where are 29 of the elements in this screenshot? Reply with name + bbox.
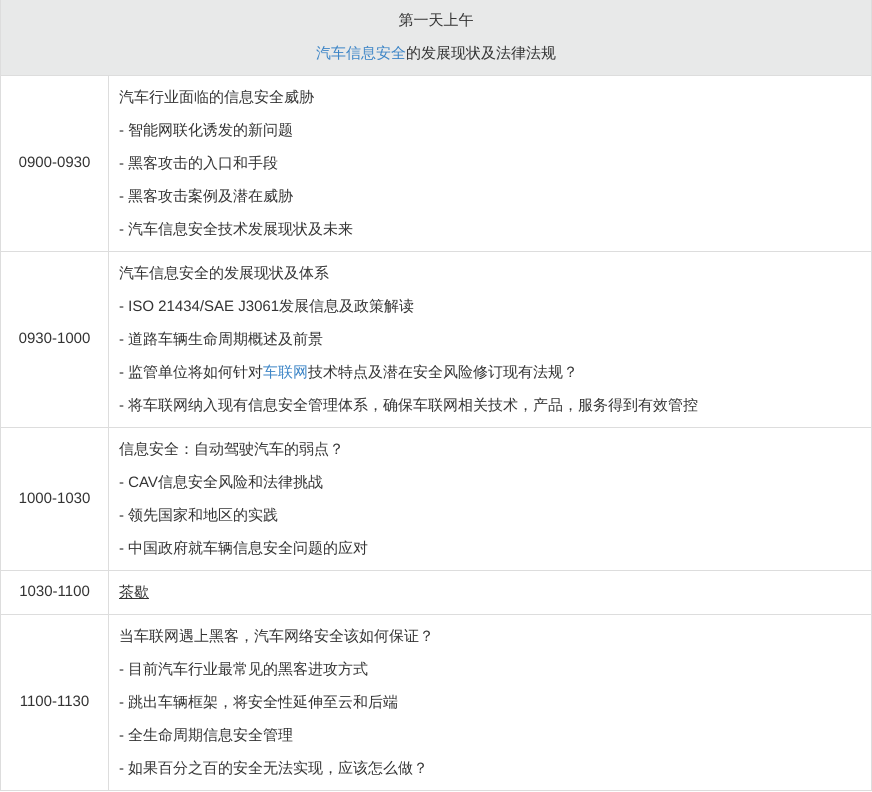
agenda-item: 汽车信息安全的发展现状及体系 xyxy=(119,264,329,284)
agenda-item: - 道路车辆生命周期概述及前景 xyxy=(119,330,324,350)
agenda-item: - 如果百分之百的安全无法实现，应该怎么做？ xyxy=(119,759,428,779)
agenda-item: 汽车行业面临的信息安全威胁 xyxy=(119,88,314,108)
agenda-item: - 汽车信息安全技术发展现状及未来 xyxy=(119,220,354,240)
time-slot: 1030-1100 xyxy=(19,581,90,604)
agenda-item: - 全生命周期信息安全管理 xyxy=(119,726,294,746)
agenda-item: - 将车联网纳入现有信息安全管理体系，确保车联网相关技术，产品，服务得到有效管控 xyxy=(119,396,698,416)
agenda-item: - 领先国家和地区的实践 xyxy=(119,506,278,526)
link[interactable]: 车联网 xyxy=(263,364,308,381)
time-slot: 0930-1000 xyxy=(18,328,90,351)
time-slot: 1000-1030 xyxy=(18,488,90,510)
agenda-item: - 智能网联化诱发的新问题 xyxy=(119,121,294,141)
agenda-item: - 目前汽车行业最常见的黑客进攻方式 xyxy=(119,660,368,680)
agenda-item: - CAV信息安全风险和法律挑战 xyxy=(119,473,323,493)
agenda-item: - 黑客攻击的入口和手段 xyxy=(119,154,278,174)
link[interactable]: 汽车信息安全 xyxy=(316,44,406,62)
agenda-item: 当车联网遇上黑客，汽车网络安全该如何保证？ xyxy=(119,627,434,647)
agenda-item: - 黑客攻击案例及潜在威胁 xyxy=(119,187,294,207)
day-title: 第一天上午 xyxy=(398,11,474,31)
session-title: 汽车信息安全的发展现状及法律法规 xyxy=(316,44,556,64)
agenda-item: - 监管单位将如何针对车联网技术特点及潜在安全风险修订现有法规？ xyxy=(119,363,578,383)
time-slot: 0900-0930 xyxy=(18,152,90,175)
agenda-item: 信息安全：自动驾驶汽车的弱点？ xyxy=(119,440,344,460)
agenda-item: 茶歇 xyxy=(119,583,149,603)
time-slot: 1100-1130 xyxy=(20,691,90,714)
agenda-item: - 跳出车辆框架，将安全性延伸至云和后端 xyxy=(119,693,398,713)
agenda-item: - ISO 21434/SAE J3061发展信息及政策解读 xyxy=(119,297,414,317)
agenda-item: - 中国政府就车辆信息安全问题的应对 xyxy=(119,539,368,559)
